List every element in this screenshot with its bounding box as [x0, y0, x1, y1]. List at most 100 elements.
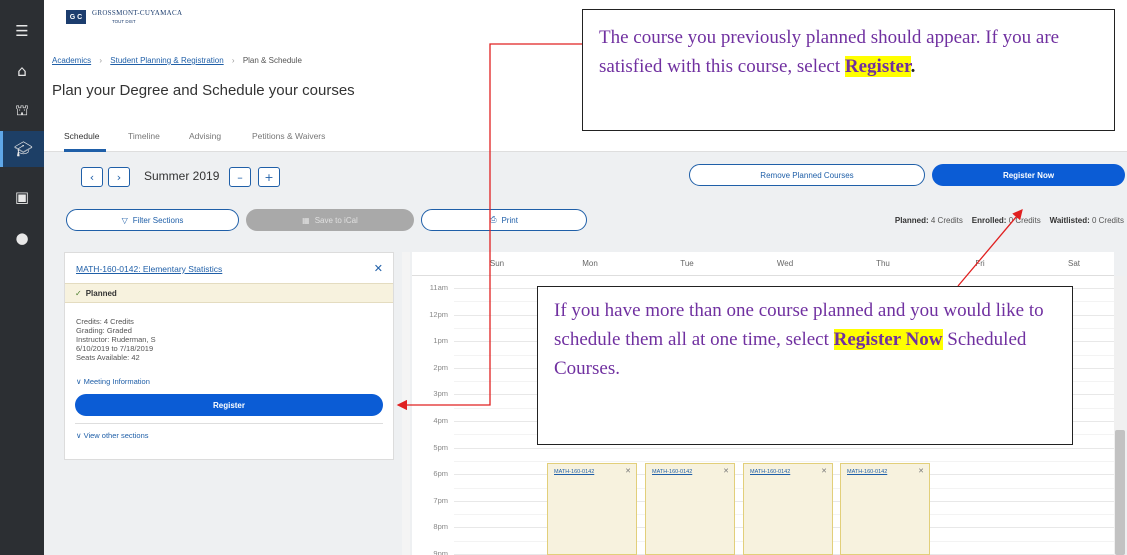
- chevron-right-icon: ›: [116, 170, 122, 184]
- close-icon[interactable]: ✕: [723, 467, 729, 475]
- calendar-event[interactable]: MATH-160-0142 ✕: [840, 463, 930, 555]
- menu-icon[interactable]: ☰: [0, 16, 44, 46]
- register-now-button[interactable]: Register Now: [932, 164, 1125, 186]
- event-label: MATH-160-0142: [750, 469, 791, 475]
- close-icon[interactable]: ✕: [625, 467, 631, 475]
- meeting-information-label: Meeting Information: [83, 377, 150, 386]
- day-wed: Wed: [776, 259, 794, 268]
- breadcrumb-academics[interactable]: Academics: [52, 56, 91, 65]
- callout-end: .: [910, 56, 916, 77]
- filter-icon: ▽: [121, 215, 128, 225]
- hour-label: 1pm: [433, 336, 448, 346]
- instruction-callout-register-now: If you have more than one course planned…: [537, 286, 1073, 445]
- chevron-down-icon: ∨: [76, 377, 82, 386]
- calendar-event[interactable]: MATH-160-0142 ✕: [645, 463, 735, 555]
- breadcrumb-separator: ›: [231, 56, 235, 65]
- bank-icon[interactable]: ⛫: [0, 96, 44, 126]
- plus-icon: +: [264, 170, 274, 184]
- calendar-scroll-thumb[interactable]: [1115, 430, 1125, 555]
- waitlisted-credits-label: Waitlisted:: [1049, 216, 1090, 225]
- close-icon[interactable]: ✕: [918, 467, 924, 475]
- book-icon[interactable]: ▣: [0, 182, 44, 212]
- user-icon[interactable]: ●: [0, 223, 44, 253]
- planned-credits-value: 4 Credits: [930, 216, 963, 225]
- course-title-link[interactable]: MATH-160-0142: Elementary Statistics: [76, 264, 222, 274]
- page-title: Plan your Degree and Schedule your cours…: [52, 82, 355, 99]
- hour-label: 3pm: [433, 389, 448, 399]
- course-seats: Seats Available: 42: [76, 353, 140, 362]
- tab-advising[interactable]: Advising: [189, 131, 221, 141]
- callout-highlight: Register Now: [833, 329, 943, 350]
- planned-status-bar: ✓ Planned: [65, 283, 393, 303]
- view-other-sections-toggle[interactable]: ∨ View other sections: [76, 431, 149, 440]
- chevron-left-icon: ‹: [89, 170, 95, 184]
- term-label: Summer 2019: [144, 169, 220, 183]
- breadcrumb-student-planning[interactable]: Student Planning & Registration: [110, 56, 223, 65]
- meeting-information-toggle[interactable]: ∨ Meeting Information: [76, 377, 150, 386]
- college-logo[interactable]: G C: [66, 10, 86, 24]
- callout-highlight: Register: [844, 56, 911, 77]
- course-credits: Credits: 4 Credits: [76, 317, 134, 326]
- close-icon[interactable]: ✕: [374, 262, 383, 275]
- hour-label: 5pm: [433, 442, 448, 452]
- course-instructor: Instructor: Ruderman, S: [76, 335, 156, 344]
- day-sun: Sun: [489, 259, 505, 268]
- breadcrumb-separator: ›: [99, 56, 103, 65]
- day-fri: Fri: [975, 259, 985, 268]
- event-label: MATH-160-0142: [847, 469, 888, 475]
- minus-icon: –: [237, 170, 243, 184]
- filter-sections-label: Filter Sections: [132, 215, 184, 225]
- course-dates: 6/10/2019 to 7/18/2019: [76, 344, 154, 353]
- waitlisted-credits-value: 0 Credits: [1091, 216, 1124, 225]
- graduation-cap-icon[interactable]: 🎓︎: [0, 131, 44, 167]
- left-panel-scrollbar[interactable]: [402, 252, 410, 555]
- tab-petitions-waivers[interactable]: Petitions & Waivers: [252, 131, 325, 141]
- hour-label: 2pm: [433, 362, 448, 372]
- course-grading: Grading: Graded: [76, 326, 132, 335]
- view-other-sections-label: View other sections: [83, 431, 149, 440]
- remove-planned-label: Remove Planned Courses: [760, 170, 854, 180]
- event-label: MATH-160-0142: [554, 469, 595, 475]
- day-mon: Mon: [582, 259, 598, 268]
- enrolled-credits-value: 0 Credits: [1008, 216, 1041, 225]
- calendar-icon: ▦: [302, 215, 310, 225]
- close-icon[interactable]: ✕: [821, 467, 827, 475]
- hour-label: 7pm: [433, 495, 448, 505]
- next-term-button[interactable]: ›: [108, 167, 130, 187]
- calendar-event[interactable]: MATH-160-0142 ✕: [547, 463, 637, 555]
- day-thu: Thu: [876, 259, 890, 268]
- add-term-button[interactable]: +: [258, 167, 280, 187]
- chevron-down-icon: ∨: [76, 431, 82, 440]
- day-sat: Sat: [1067, 259, 1080, 268]
- planned-credits-label: Planned:: [894, 216, 929, 225]
- calendar-header: Sun Mon Tue Wed Thu Fri Sat: [412, 252, 1114, 276]
- save-ical-label: Save to iCal: [314, 215, 358, 225]
- day-tue: Tue: [680, 259, 694, 268]
- remove-planned-courses-button[interactable]: Remove Planned Courses: [689, 164, 925, 186]
- callout-text: The course you previously planned should…: [599, 27, 1060, 77]
- check-icon: ✓: [75, 288, 82, 298]
- app-root: ☰ ⌂ ⛫ 🎓︎ ▣ ● G C GROSSMONT-CUYAMACA TOUT…: [0, 0, 1127, 555]
- tab-schedule[interactable]: Schedule: [64, 131, 99, 141]
- hour-label: 4pm: [433, 416, 448, 425]
- hour-label: 6pm: [433, 469, 448, 479]
- event-label: MATH-160-0142: [652, 469, 693, 475]
- filter-sections-button[interactable]: ▽ Filter Sections: [66, 209, 239, 231]
- logo-text: GROSSMONT-CUYAMACA: [92, 9, 183, 17]
- hour-label: 8pm: [433, 522, 448, 532]
- half-hour-gridline: [454, 460, 1114, 462]
- previous-term-button[interactable]: ‹: [81, 167, 103, 187]
- print-button[interactable]: ⎙ Print: [421, 209, 587, 231]
- planned-status-label: Planned: [85, 288, 117, 298]
- calendar-event[interactable]: MATH-160-0142 ✕: [743, 463, 833, 555]
- save-to-ical-button: ▦ Save to iCal: [246, 209, 414, 231]
- breadcrumb: Academics › Student Planning & Registrat…: [52, 56, 302, 65]
- print-label: Print: [501, 215, 518, 225]
- register-now-label: Register Now: [1002, 170, 1055, 180]
- hour-gridline: [454, 447, 1114, 449]
- tab-timeline[interactable]: Timeline: [128, 131, 160, 141]
- enrolled-credits-label: Enrolled:: [971, 216, 1007, 225]
- register-button[interactable]: Register: [75, 394, 383, 416]
- home-icon[interactable]: ⌂: [0, 56, 44, 86]
- remove-term-button[interactable]: –: [229, 167, 251, 187]
